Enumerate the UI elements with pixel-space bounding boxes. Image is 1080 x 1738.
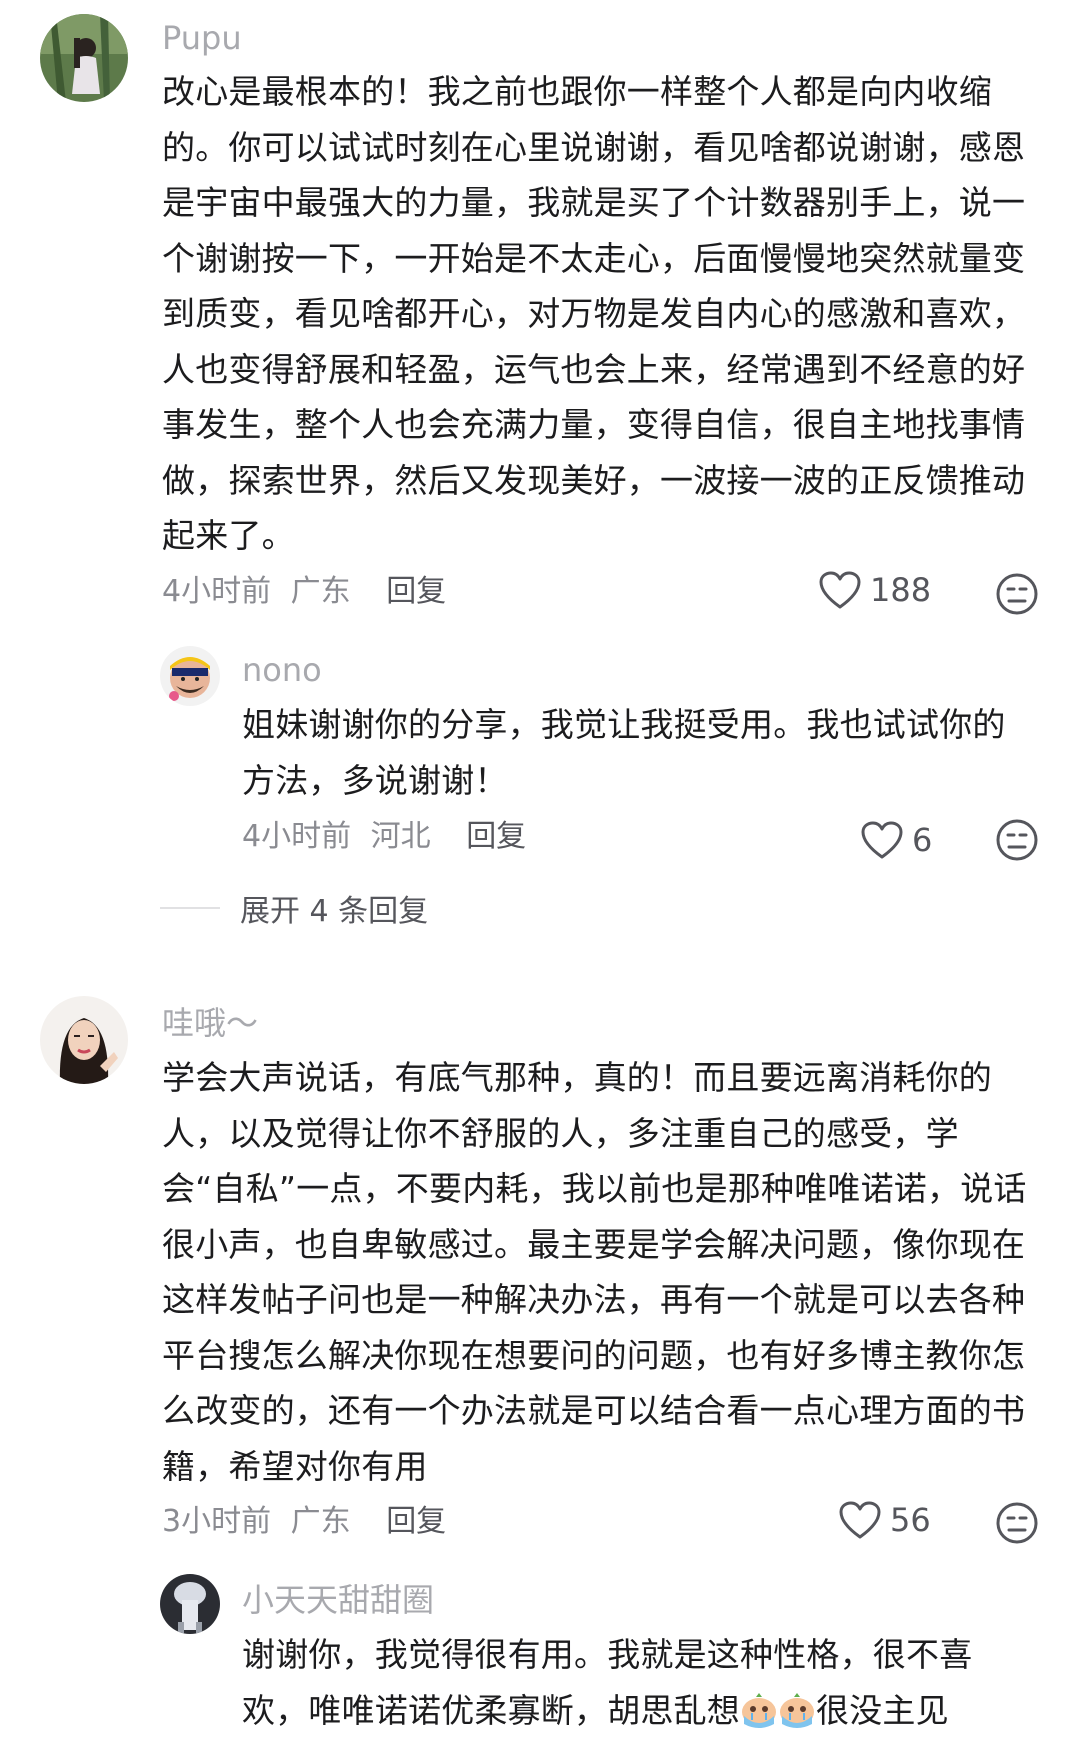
like-button[interactable]: 6 <box>860 820 932 860</box>
comment-username[interactable]: Pupu <box>162 18 242 58</box>
heart-outline-icon <box>819 571 861 609</box>
comment-text: 学会大声说话，有底气那种，真的！而且要远离消耗你的人，以及觉得让你不舒服的人，多… <box>162 1058 1027 1486</box>
like-count: 188 <box>870 571 932 609</box>
like-button[interactable]: 56 <box>838 1500 931 1540</box>
reply-username[interactable]: nono <box>242 650 322 690</box>
reply-text: 谢谢你，我觉得很有用。我就是这种性格，很不喜欢，唯唯诺诺优柔寡断，胡思乱想 很没… <box>242 1627 1032 1738</box>
reply-button[interactable]: 回复 <box>386 574 446 609</box>
comment-time: 3小时前 <box>162 1504 272 1539</box>
comment-username[interactable]: 哇哦～ <box>162 1003 258 1043</box>
comment-location: 广东 <box>290 574 351 609</box>
dislike-button[interactable] <box>995 1501 1039 1545</box>
crying-emoji-icon <box>740 1690 778 1728</box>
expand-replies-label: 展开 4 条回复 <box>240 894 429 929</box>
comment-meta: 4小时前 广东 回复 <box>162 572 446 612</box>
comment-meta: 3小时前 广东 回复 <box>162 1502 446 1542</box>
reply-button[interactable]: 回复 <box>386 1504 446 1539</box>
heart-outline-icon <box>861 821 903 859</box>
meh-face-icon <box>996 1502 1038 1544</box>
reply-time: 4小时前 <box>242 819 352 854</box>
dislike-button[interactable] <box>995 818 1039 862</box>
heart-outline-icon <box>839 1501 881 1539</box>
meh-face-icon <box>996 573 1038 615</box>
comment-text: 改心是最根本的！我之前也跟你一样整个人都是向内收缩的。你可以试试时刻在心里说谢谢… <box>162 72 1026 555</box>
comment-time: 4小时前 <box>162 574 272 609</box>
dislike-button[interactable] <box>995 572 1039 616</box>
avatar[interactable] <box>160 1574 220 1634</box>
like-count: 6 <box>912 821 933 859</box>
reply-location: 河北 <box>370 819 431 854</box>
like-button[interactable]: 188 <box>818 570 931 610</box>
comment-location: 广东 <box>290 1504 351 1539</box>
reply-text-part: 很没主见 <box>816 1690 949 1730</box>
reply-meta: 4小时前 河北 回复 <box>242 817 526 857</box>
reply-text: 姐妹谢谢你的分享，我觉让我挺受用。我也试试你的方法，多说谢谢！ <box>242 705 1006 800</box>
reply-button[interactable]: 回复 <box>466 819 526 854</box>
reply-username[interactable]: 小天天甜甜圈 <box>242 1580 434 1620</box>
avatar[interactable] <box>40 996 128 1084</box>
avatar[interactable] <box>160 646 220 706</box>
meh-face-icon <box>996 819 1038 861</box>
expand-replies-button[interactable]: 展开 4 条回复 <box>160 886 428 930</box>
like-count: 56 <box>890 1501 931 1539</box>
crying-emoji-icon <box>778 1690 816 1728</box>
divider-line <box>160 907 220 909</box>
avatar[interactable] <box>40 14 128 102</box>
